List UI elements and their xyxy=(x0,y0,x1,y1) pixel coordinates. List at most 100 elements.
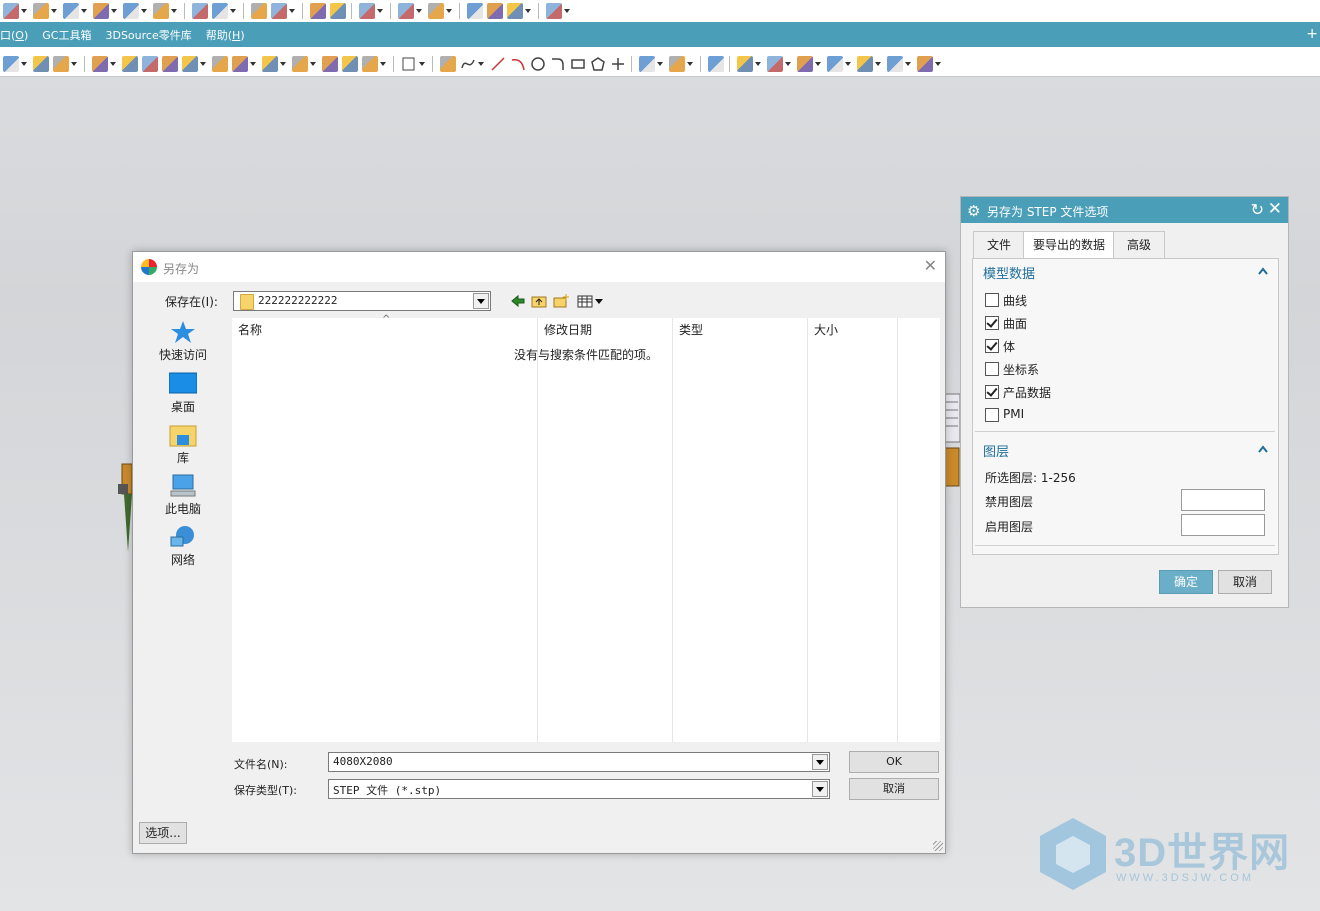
pad-icon[interactable] xyxy=(93,3,109,19)
assembly-icon[interactable] xyxy=(737,56,753,72)
part-icon[interactable] xyxy=(3,56,19,72)
chevron-down-icon[interactable] xyxy=(310,62,316,66)
disabled-layers-input[interactable] xyxy=(1181,489,1265,511)
tab-file[interactable]: 文件 xyxy=(973,231,1025,258)
grid-icon[interactable] xyxy=(3,3,19,19)
chevron-down-icon[interactable] xyxy=(377,9,383,13)
collapse-icon[interactable] xyxy=(1258,443,1268,453)
confirm-button[interactable]: 确定 xyxy=(1159,570,1213,594)
menu-gc-toolbox[interactable]: GC工具箱 xyxy=(42,27,91,43)
analysis-icon[interactable] xyxy=(330,3,346,19)
checkbox-surfaces[interactable] xyxy=(985,316,999,330)
fillet-icon[interactable] xyxy=(550,56,566,72)
constraint-assembly-icon[interactable] xyxy=(827,56,843,72)
save-as-titlebar[interactable]: 另存为 ✕ xyxy=(133,252,945,282)
chevron-down-icon[interactable] xyxy=(81,9,87,13)
tool-icon[interactable] xyxy=(546,3,562,19)
chevron-down-icon[interactable] xyxy=(289,9,295,13)
component-icon[interactable] xyxy=(767,56,783,72)
probe-icon[interactable] xyxy=(467,3,483,19)
checkbox-curves[interactable] xyxy=(985,293,999,307)
column-header-modified[interactable]: 修改日期 xyxy=(544,318,592,342)
pin-icon[interactable]: + xyxy=(1306,26,1318,42)
resize-grip-icon[interactable] xyxy=(933,841,943,851)
view-icon[interactable] xyxy=(359,3,375,19)
draft-icon[interactable] xyxy=(292,56,308,72)
circle-icon[interactable] xyxy=(530,56,546,72)
chevron-down-icon[interactable] xyxy=(812,781,828,797)
spline-icon[interactable] xyxy=(460,56,476,72)
chevron-down-icon[interactable] xyxy=(687,62,693,66)
polygon-icon[interactable] xyxy=(590,56,606,72)
chevron-down-icon[interactable] xyxy=(250,62,256,66)
ruler-icon[interactable] xyxy=(428,3,444,19)
column-header-type[interactable]: 类型 xyxy=(679,318,703,342)
chevron-down-icon[interactable] xyxy=(21,62,27,66)
render-icon[interactable] xyxy=(487,3,503,19)
move-icon[interactable] xyxy=(212,3,228,19)
section-layers[interactable]: 图层 xyxy=(983,441,1009,460)
hole-icon[interactable] xyxy=(142,56,158,72)
step-dialog-titlebar[interactable]: ⚙ 另存为 STEP 文件选项 ↻ ✕ xyxy=(961,197,1288,223)
collapse-icon[interactable] xyxy=(1258,265,1268,275)
chevron-down-icon[interactable] xyxy=(21,9,27,13)
close-icon[interactable]: ✕ xyxy=(1268,199,1282,219)
chevron-down-icon[interactable] xyxy=(478,62,484,66)
dimension-icon[interactable] xyxy=(398,3,414,19)
checkbox-bodies[interactable] xyxy=(985,339,999,353)
column-header-name[interactable]: 名称 xyxy=(238,318,262,342)
shell-icon[interactable] xyxy=(262,56,278,72)
chevron-down-icon[interactable] xyxy=(525,9,531,13)
chevron-down-icon[interactable] xyxy=(845,62,851,66)
filetype-select[interactable]: STEP 文件 (*.stp) xyxy=(328,779,830,799)
transform-icon[interactable] xyxy=(192,3,208,19)
line-icon[interactable] xyxy=(490,56,506,72)
menu-3dsource-library[interactable]: 3DSource零件库 xyxy=(105,27,191,43)
chevron-down-icon[interactable] xyxy=(446,9,452,13)
cancel-button[interactable]: 取消 xyxy=(849,778,939,800)
chevron-down-icon[interactable] xyxy=(230,9,236,13)
section-model-data[interactable]: 模型数据 xyxy=(983,263,1035,282)
chevron-down-icon[interactable] xyxy=(785,62,791,66)
pocket-icon[interactable] xyxy=(182,56,198,72)
ok-button[interactable]: OK xyxy=(849,751,939,773)
split-icon[interactable] xyxy=(342,56,358,72)
options-button[interactable]: 选项... xyxy=(139,822,187,844)
rectangle-icon[interactable] xyxy=(570,56,586,72)
chevron-down-icon[interactable] xyxy=(380,62,386,66)
chevron-down-icon[interactable] xyxy=(564,9,570,13)
box-icon[interactable] xyxy=(153,3,169,19)
chevron-down-icon[interactable] xyxy=(110,62,116,66)
chamfer-icon[interactable] xyxy=(232,56,248,72)
save-in-combo[interactable]: 222222222222 xyxy=(233,291,491,311)
filename-field[interactable]: 4080X2080 xyxy=(328,752,830,772)
chevron-down-icon[interactable] xyxy=(51,9,57,13)
cube-icon[interactable] xyxy=(63,3,79,19)
place-quick-access[interactable]: 快速访问 xyxy=(147,320,219,363)
chevron-down-icon[interactable] xyxy=(473,293,489,309)
place-desktop[interactable]: 桌面 xyxy=(147,372,219,415)
mirror-icon[interactable] xyxy=(708,56,724,72)
menu-help[interactable]: 帮助(H) xyxy=(206,27,245,43)
close-icon[interactable]: ✕ xyxy=(924,256,937,275)
chevron-down-icon[interactable] xyxy=(416,9,422,13)
dimension-sketch-icon[interactable] xyxy=(669,56,685,72)
sync-icon[interactable] xyxy=(917,56,933,72)
box-icon[interactable] xyxy=(33,56,49,72)
sheet-icon[interactable] xyxy=(53,56,69,72)
chevron-down-icon[interactable] xyxy=(280,62,286,66)
up-folder-icon[interactable] xyxy=(531,294,547,308)
view-menu-icon[interactable] xyxy=(577,294,605,308)
chevron-down-icon[interactable] xyxy=(111,9,117,13)
tab-advanced[interactable]: 高级 xyxy=(1113,231,1165,258)
place-network[interactable]: 网络 xyxy=(147,525,219,568)
chevron-down-icon[interactable] xyxy=(171,9,177,13)
enabled-layers-input[interactable] xyxy=(1181,514,1265,536)
place-this-pc[interactable]: 此电脑 xyxy=(147,474,219,517)
checkbox-csys[interactable] xyxy=(985,362,999,376)
cancel-button[interactable]: 取消 xyxy=(1218,570,1272,594)
new-folder-icon[interactable] xyxy=(553,294,569,308)
palette-icon[interactable] xyxy=(507,3,523,19)
trim-icon[interactable] xyxy=(322,56,338,72)
back-icon[interactable] xyxy=(510,294,526,308)
